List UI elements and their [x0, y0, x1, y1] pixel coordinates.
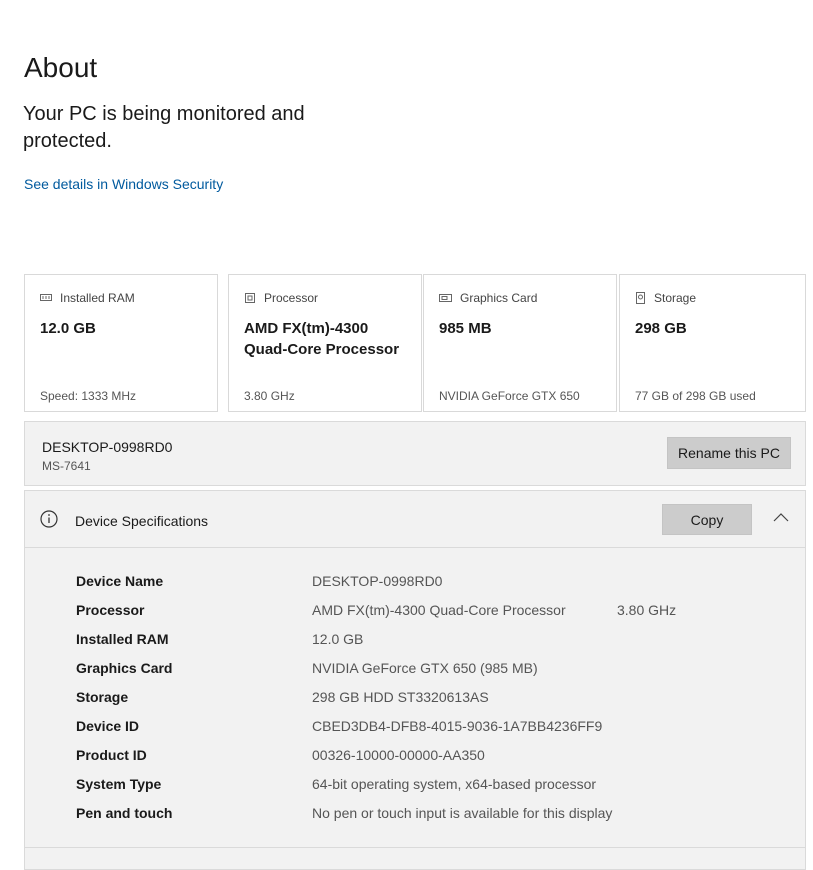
divider: [25, 847, 805, 848]
spec-value: NVIDIA GeForce GTX 650 (985 MB): [312, 660, 538, 676]
spec-label: Device Name: [76, 573, 164, 589]
spec-row-product-id: Product ID 00326-10000-00000-AA350: [76, 747, 796, 776]
processor-icon: [244, 292, 256, 304]
card-value: 12.0 GB: [40, 320, 96, 337]
card-label: Installed RAM: [60, 291, 135, 305]
spec-row-graphics-card: Graphics Card NVIDIA GeForce GTX 650 (98…: [76, 660, 796, 689]
pc-model: MS-7641: [42, 459, 91, 473]
spec-value: 64-bit operating system, x64-based proce…: [312, 776, 597, 792]
protection-status-text: Your PC is being monitored and protected…: [23, 103, 305, 152]
spec-value: AMD FX(tm)-4300 Quad-Core Processor: [312, 602, 566, 618]
copy-button[interactable]: Copy: [662, 504, 752, 535]
spec-list: Device Name DESKTOP-0998RD0 Processor AM…: [76, 573, 796, 834]
pc-name-bar: DESKTOP-0998RD0 MS-7641 Rename this PC: [24, 421, 806, 486]
card-detail: Speed: 1333 MHz: [40, 389, 137, 403]
spec-value: 298 GB HDD ST3320613AS: [312, 689, 489, 705]
page-title: About: [24, 52, 98, 83]
spec-cards: Installed RAM 12.0 GB Speed: 1333 MHz Pr…: [24, 274, 806, 414]
spec-label: Installed RAM: [76, 631, 169, 647]
spec-value: DESKTOP-0998RD0: [312, 573, 443, 589]
card-value: 298 GB: [635, 320, 687, 337]
card-installed-ram: Installed RAM 12.0 GB Speed: 1333 MHz: [24, 274, 218, 412]
card-label: Storage: [654, 291, 697, 305]
spec-value: CBED3DB4-DFB8-4015-9036-1A7BB4236FF9: [312, 718, 603, 734]
card-processor: Processor AMD FX(tm)-4300 Quad-Core Proc…: [228, 274, 422, 412]
ram-icon: [40, 293, 52, 303]
card-graphics: Graphics Card 985 MB NVIDIA GeForce GTX …: [423, 274, 617, 412]
card-detail: 77 GB of 298 GB used: [635, 389, 756, 403]
graphics-card-icon: [439, 293, 452, 303]
pc-name: DESKTOP-0998RD0: [42, 439, 173, 455]
spec-row-processor: Processor AMD FX(tm)-4300 Quad-Core Proc…: [76, 602, 796, 631]
spec-label: Graphics Card: [76, 660, 173, 676]
spec-value: 12.0 GB: [312, 631, 364, 647]
spec-label: Device ID: [76, 718, 140, 734]
card-detail: 3.80 GHz: [244, 389, 295, 403]
info-icon: [40, 510, 58, 533]
card-value: 985 MB: [439, 320, 492, 337]
spec-label: Processor: [76, 602, 145, 618]
device-specifications-panel: Device Specifications Copy Device Name D…: [24, 490, 806, 870]
chevron-up-icon[interactable]: [773, 510, 789, 528]
card-storage: Storage 298 GB 77 GB of 298 GB used: [619, 274, 806, 412]
card-label: Graphics Card: [460, 291, 538, 305]
card-detail: NVIDIA GeForce GTX 650: [439, 389, 580, 403]
spec-label: Product ID: [76, 747, 147, 763]
spec-row-storage: Storage 298 GB HDD ST3320613AS: [76, 689, 796, 718]
device-specifications-header[interactable]: Device Specifications Copy: [25, 491, 805, 548]
windows-security-link[interactable]: See details in Windows Security: [24, 176, 223, 192]
card-label: Processor: [264, 291, 319, 305]
rename-pc-button[interactable]: Rename this PC: [667, 437, 791, 469]
spec-row-device-id: Device ID CBED3DB4-DFB8-4015-9036-1A7BB4…: [76, 718, 796, 747]
spec-value: No pen or touch input is available for t…: [312, 805, 613, 821]
spec-value: 00326-10000-00000-AA350: [312, 747, 485, 763]
spec-row-system-type: System Type 64-bit operating system, x64…: [76, 776, 796, 805]
spec-label: Pen and touch: [76, 805, 173, 821]
spec-label: System Type: [76, 776, 162, 792]
spec-extra: 3.80 GHz: [617, 602, 677, 618]
storage-icon: [635, 292, 646, 304]
spec-row-installed-ram: Installed RAM 12.0 GB: [76, 631, 796, 660]
spec-label: Storage: [76, 689, 129, 705]
card-value: AMD FX(tm)-4300 Quad-Core Processor: [244, 320, 400, 358]
spec-row-pen-touch: Pen and touch No pen or touch input is a…: [76, 805, 796, 834]
device-specifications-title: Device Specifications: [75, 513, 209, 529]
spec-row-device-name: Device Name DESKTOP-0998RD0: [76, 573, 796, 602]
